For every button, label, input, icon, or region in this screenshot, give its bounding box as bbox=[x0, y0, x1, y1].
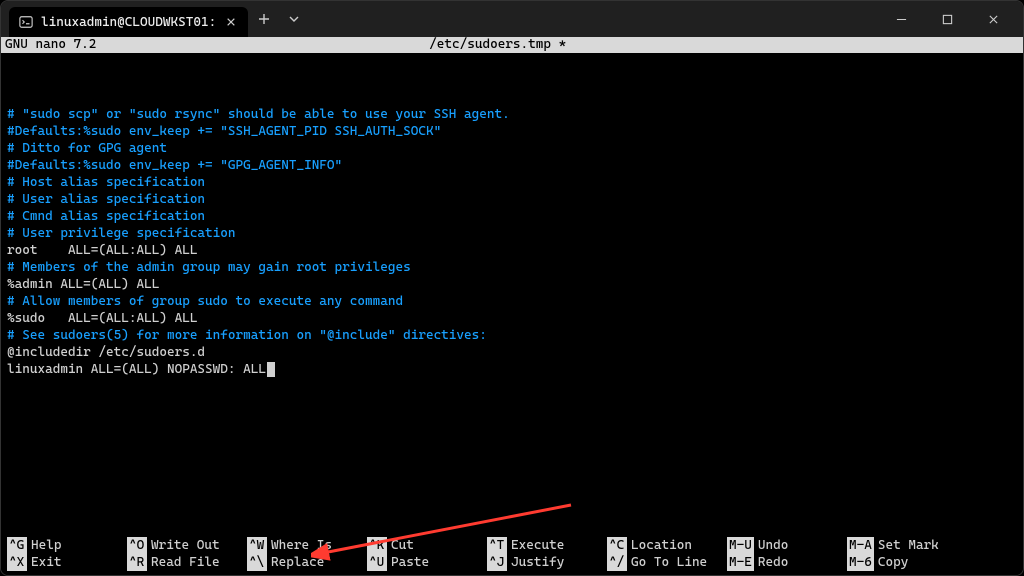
editor-line: #Defaults:%sudo env_keep += "GPG_AGENT_I… bbox=[7, 157, 1017, 174]
shortcut-label: Execute bbox=[511, 537, 564, 554]
shortcut-label: Help bbox=[31, 537, 61, 554]
maximize-button[interactable] bbox=[925, 3, 969, 35]
shortcut-key: M-U bbox=[727, 537, 754, 554]
editor-line: # User privilege specification bbox=[7, 225, 1017, 242]
nano-header-bar: GNU nano 7.2 /etc/sudoers.tmp * bbox=[1, 37, 1023, 53]
shortcut-item: M-6Copy bbox=[847, 554, 967, 571]
shortcut-item: M-ASet Mark bbox=[847, 537, 967, 554]
shortcut-item: ^GHelp bbox=[7, 537, 127, 554]
editor-line: # "sudo scp" or "sudo rsync" should be a… bbox=[7, 106, 1017, 123]
editor-line: %sudo ALL=(ALL:ALL) ALL bbox=[7, 310, 1017, 327]
shortcut-item: ^CLocation bbox=[607, 537, 727, 554]
shortcut-label: Go To Line bbox=[631, 554, 707, 571]
tab-title: linuxadmin@CLOUDWKST01: bbox=[41, 15, 216, 30]
shortcut-item: ^RRead File bbox=[127, 554, 247, 571]
shortcut-key: ^R bbox=[127, 554, 147, 571]
shortcut-key: ^J bbox=[487, 554, 507, 571]
close-button[interactable] bbox=[971, 3, 1015, 35]
editor-line: # Cmnd alias specification bbox=[7, 208, 1017, 225]
editor-area[interactable]: # "sudo scp" or "sudo rsync" should be a… bbox=[1, 53, 1023, 537]
tab-dropdown-button[interactable] bbox=[280, 5, 308, 33]
shortcut-label: Read File bbox=[151, 554, 220, 571]
shortcut-item: ^KCut bbox=[367, 537, 487, 554]
shortcut-key: ^G bbox=[7, 537, 27, 554]
shortcut-key: ^C bbox=[607, 537, 627, 554]
new-tab-button[interactable] bbox=[250, 5, 278, 33]
shortcut-item: M-UUndo bbox=[727, 537, 847, 554]
shortcut-label: Location bbox=[631, 537, 692, 554]
shortcut-label: Copy bbox=[878, 554, 908, 571]
shortcut-key: ^X bbox=[7, 554, 27, 571]
shortcut-item: ^XExit bbox=[7, 554, 127, 571]
editor-line: # Members of the admin group may gain ro… bbox=[7, 259, 1017, 276]
editor-line: # Ditto for GPG agent bbox=[7, 140, 1017, 157]
shortcut-item: M-ERedo bbox=[727, 554, 847, 571]
shortcut-item: ^JJustify bbox=[487, 554, 607, 571]
editor-line: # Host alias specification bbox=[7, 174, 1017, 191]
shortcut-label: Redo bbox=[758, 554, 788, 571]
terminal-icon bbox=[19, 15, 33, 29]
shortcut-item: ^OWrite Out bbox=[127, 537, 247, 554]
editor-line: # User alias specification bbox=[7, 191, 1017, 208]
minimize-button[interactable] bbox=[879, 3, 923, 35]
shortcut-label: Paste bbox=[391, 554, 429, 571]
shortcut-item: ^\Replace bbox=[247, 554, 367, 571]
shortcut-label: Set Mark bbox=[878, 537, 939, 554]
shortcut-item: ^UPaste bbox=[367, 554, 487, 571]
terminal-window: linuxadmin@CLOUDWKST01: GNU nano 7.2 /et… bbox=[0, 0, 1024, 576]
shortcut-item: ^/Go To Line bbox=[607, 554, 727, 571]
shortcut-label: Write Out bbox=[151, 537, 220, 554]
shortcut-item: ^TExecute bbox=[487, 537, 607, 554]
shortcut-key: ^U bbox=[367, 554, 387, 571]
shortcut-label: Justify bbox=[511, 554, 564, 571]
shortcut-label: Exit bbox=[31, 554, 61, 571]
shortcut-key: ^/ bbox=[607, 554, 627, 571]
nano-shortcut-bar: ^GHelp^OWrite Out^WWhere Is^KCut^TExecut… bbox=[1, 537, 1023, 575]
terminal-tab[interactable]: linuxadmin@CLOUDWKST01: bbox=[9, 7, 248, 37]
text-cursor bbox=[267, 362, 275, 377]
nano-version: GNU nano 7.2 bbox=[5, 37, 96, 53]
titlebar: linuxadmin@CLOUDWKST01: bbox=[1, 1, 1023, 37]
shortcut-label: Undo bbox=[758, 537, 788, 554]
editor-line: # See sudoers(5) for more information on… bbox=[7, 327, 1017, 344]
shortcut-key: ^T bbox=[487, 537, 507, 554]
nano-filename: /etc/sudoers.tmp * bbox=[96, 37, 899, 53]
shortcut-label: Replace bbox=[271, 554, 324, 571]
editor-line: # Allow members of group sudo to execute… bbox=[7, 293, 1017, 310]
window-controls bbox=[879, 3, 1015, 35]
tab-close-icon[interactable] bbox=[224, 15, 238, 29]
shortcut-key: M-A bbox=[847, 537, 874, 554]
editor-line: %admin ALL=(ALL) ALL bbox=[7, 276, 1017, 293]
editor-line: #Defaults:%sudo env_keep += "SSH_AGENT_P… bbox=[7, 123, 1017, 140]
shortcut-key: M-6 bbox=[847, 554, 874, 571]
shortcut-key: M-E bbox=[727, 554, 754, 571]
shortcut-key: ^\ bbox=[247, 554, 267, 571]
editor-line: root ALL=(ALL:ALL) ALL bbox=[7, 242, 1017, 259]
editor-line: linuxadmin ALL=(ALL) NOPASSWD: ALL bbox=[7, 361, 1017, 378]
shortcut-label: Where Is bbox=[271, 537, 332, 554]
shortcut-label: Cut bbox=[391, 537, 414, 554]
shortcut-item: ^WWhere Is bbox=[247, 537, 367, 554]
editor-line: @includedir /etc/sudoers.d bbox=[7, 344, 1017, 361]
shortcut-key: ^W bbox=[247, 537, 267, 554]
shortcut-key: ^K bbox=[367, 537, 387, 554]
shortcut-key: ^O bbox=[127, 537, 147, 554]
